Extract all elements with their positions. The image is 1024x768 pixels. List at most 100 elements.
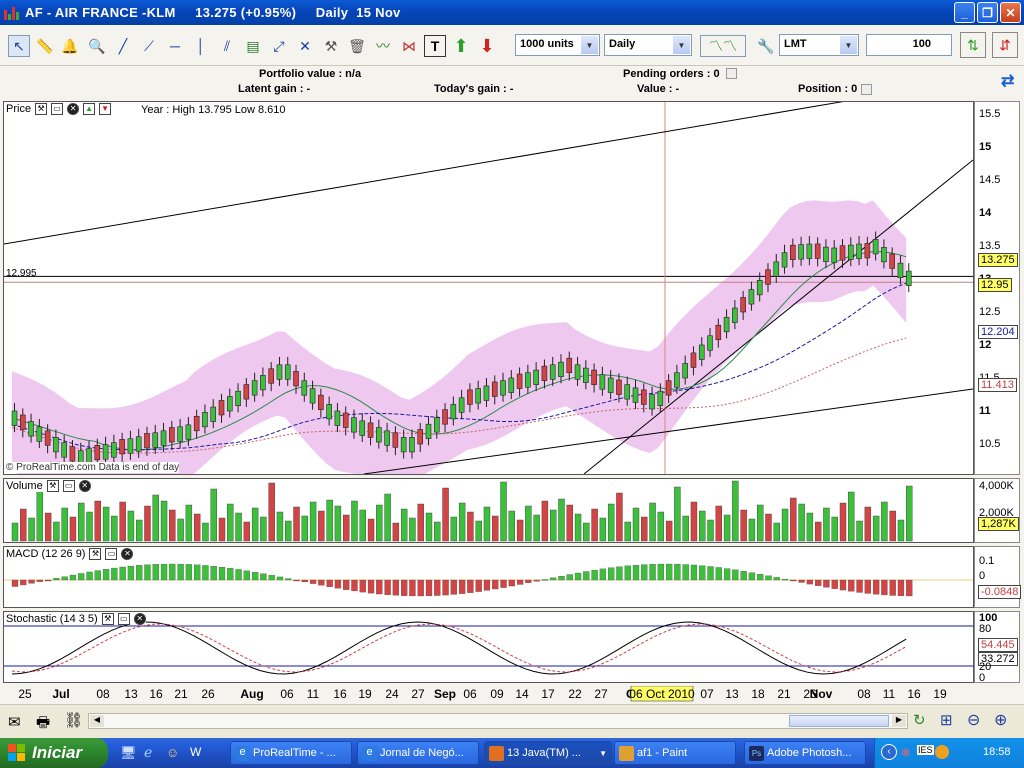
- stochastic-panel[interactable]: Stochastic (14 3 5) ⚒ ▭ ✕: [3, 611, 974, 683]
- volume-bar: [657, 511, 665, 542]
- tray-ies-icon[interactable]: IES: [917, 745, 934, 755]
- move-up-icon[interactable]: ▲: [83, 103, 96, 115]
- trend-channel-icon[interactable]: ⤢: [268, 35, 290, 57]
- email-icon[interactable]: ✉: [8, 713, 21, 731]
- minimize-button[interactable]: _: [954, 2, 975, 23]
- close-icon[interactable]: ✕: [67, 103, 80, 115]
- volume-bar: [682, 515, 689, 542]
- macd-bar: [343, 579, 350, 590]
- task-java[interactable]: 13 Java(TM) ... ▼: [484, 741, 612, 765]
- scroll-left-icon[interactable]: ◀: [90, 715, 104, 727]
- stochastic-axis[interactable]: 100 80 54.445 33.272 20 0: [974, 611, 1020, 684]
- horizontal-line-icon[interactable]: ─: [164, 35, 186, 57]
- price-panel[interactable]: Price ⚒ ▭ ✕ ▲ ▼ Year : High 13.795 Low 8…: [3, 101, 974, 475]
- wrench-icon[interactable]: ⚒: [35, 103, 48, 115]
- tray-security-icon[interactable]: ⊗: [901, 746, 910, 759]
- ie-icon[interactable]: ℯ: [144, 744, 152, 761]
- vertical-line-icon[interactable]: │: [190, 35, 212, 57]
- pointer-tool-icon[interactable]: ↖: [8, 35, 30, 57]
- task-prorealtime[interactable]: e ProRealTime - ...: [230, 741, 352, 765]
- fibonacci-tool-icon[interactable]: ▤: [242, 35, 264, 57]
- swap-icon[interactable]: ⇄: [1001, 71, 1021, 91]
- price-axis[interactable]: 15.51514.51413.51312.51211.51110.5 13.27…: [974, 101, 1020, 475]
- macd-axis[interactable]: 0.1 0 -0.0848: [974, 546, 1022, 608]
- zoom-in-icon[interactable]: ⊕: [994, 710, 1007, 730]
- window-icon[interactable]: ▭: [51, 103, 64, 115]
- ruler-tool-icon[interactable]: 📏: [34, 35, 56, 57]
- messenger-icon[interactable]: ☺: [166, 745, 179, 760]
- buy-arrow-icon[interactable]: ⬆: [450, 35, 472, 57]
- indicator-icon[interactable]: 〰: [372, 35, 394, 57]
- wrench-icon[interactable]: ⚒: [101, 613, 114, 625]
- sell-arrow-icon[interactable]: ⬇: [476, 35, 498, 57]
- fan-tool-icon[interactable]: ✕: [294, 35, 316, 57]
- position: Position : 0: [798, 83, 858, 95]
- word-icon[interactable]: W: [190, 745, 201, 759]
- volume-panel[interactable]: Volume ⚒ ▭ ✕: [3, 478, 974, 543]
- close-icon[interactable]: ✕: [133, 613, 146, 625]
- candle-body: [665, 380, 672, 396]
- stochastic-chart[interactable]: [4, 612, 973, 682]
- horizontal-scrollbar[interactable]: ◀ ▶: [88, 713, 908, 729]
- portfolio-info-bar: Portfolio value : n/a Latent gain : - To…: [0, 66, 1024, 98]
- chart-style-icon[interactable]: 〽〽: [700, 35, 746, 57]
- order-qty-input[interactable]: 100: [866, 34, 952, 56]
- tools-icon[interactable]: ⚒: [320, 35, 342, 57]
- link-icon[interactable]: ⛓: [64, 711, 83, 729]
- line-tool-icon[interactable]: ╱: [112, 35, 134, 57]
- channel-tool-icon[interactable]: ⫽: [216, 35, 238, 57]
- macd-bar: [823, 579, 830, 588]
- window-icon[interactable]: ▭: [62, 480, 75, 492]
- close-icon[interactable]: ✕: [121, 548, 134, 560]
- volume-bar: [152, 494, 159, 542]
- pending-orders-icon[interactable]: [726, 68, 737, 79]
- zoom-tool-icon[interactable]: 🔍: [86, 35, 108, 57]
- candle-body: [624, 384, 631, 400]
- start-button[interactable]: Iniciar: [0, 738, 108, 768]
- window-icon[interactable]: ▭: [117, 613, 130, 625]
- bottom-toolbar: ✉ 🖶 ⛓ ◀ ▶ ↻ ⊞ ⊖ ⊕: [0, 704, 1024, 738]
- order-type-select[interactable]: LMT ▼: [779, 34, 859, 56]
- print-icon[interactable]: 🖶: [36, 712, 50, 737]
- macd-panel[interactable]: MACD (12 26 9) ⚒ ▭ ✕: [3, 546, 974, 608]
- date-axis[interactable]: 25 Jul 08 13 16 21 26 Aug 06 11 16 19 24 27 Sep 06 09 14 1…: [0, 686, 975, 702]
- volume-axis[interactable]: 4,000K 2,000K 1,287K: [974, 478, 1020, 543]
- volume-bar: [641, 516, 648, 542]
- close-icon[interactable]: ✕: [78, 480, 91, 492]
- task-jornal[interactable]: e Jornal de Negó...: [357, 741, 479, 765]
- trash-icon[interactable]: 🗑: [346, 35, 368, 57]
- latent-gain: Latent gain : -: [238, 83, 311, 95]
- task-paint[interactable]: af1 - Paint: [614, 741, 736, 765]
- pattern-icon[interactable]: ⋈: [398, 35, 420, 57]
- move-down-icon[interactable]: ▼: [99, 103, 112, 115]
- desktop-icon[interactable]: 🖥: [120, 745, 137, 761]
- window-icon[interactable]: ▭: [105, 548, 118, 560]
- close-button[interactable]: ✕: [1000, 2, 1021, 23]
- tray-app-icon[interactable]: [935, 745, 949, 759]
- volume-chart[interactable]: [4, 479, 973, 542]
- buy-order-icon[interactable]: ⇅: [960, 32, 986, 58]
- tray-expand-icon[interactable]: ‹: [881, 744, 897, 760]
- position-icon[interactable]: [861, 84, 872, 95]
- period-select[interactable]: Daily ▼: [604, 34, 692, 56]
- wrench-icon[interactable]: ⚒: [46, 480, 59, 492]
- maximize-button[interactable]: ❐: [977, 2, 998, 23]
- alert-bell-icon[interactable]: 🔔: [59, 35, 81, 57]
- wrench-icon[interactable]: 🔧: [755, 35, 777, 57]
- quantity-select[interactable]: 1000 units ▼: [515, 34, 600, 56]
- zoom-fit-icon[interactable]: ⊞: [940, 711, 953, 729]
- refresh-icon[interactable]: ↻: [913, 711, 926, 729]
- volume-bar: [285, 520, 292, 542]
- scroll-thumb[interactable]: [789, 715, 889, 727]
- scroll-right-icon[interactable]: ▶: [892, 715, 906, 727]
- text-tool-icon[interactable]: T: [424, 35, 446, 57]
- price-chart[interactable]: [4, 102, 973, 474]
- ray-tool-icon[interactable]: ⟋: [138, 35, 160, 57]
- candle-body: [235, 390, 241, 407]
- task-photoshop[interactable]: Ps Adobe Photosh...: [744, 741, 866, 765]
- wrench-icon[interactable]: ⚒: [89, 548, 102, 560]
- zoom-out-icon[interactable]: ⊖: [967, 710, 980, 730]
- last-price-tag: 13.275: [978, 253, 1018, 267]
- macd-chart[interactable]: [4, 547, 973, 607]
- sell-order-icon[interactable]: ⇵: [992, 32, 1018, 58]
